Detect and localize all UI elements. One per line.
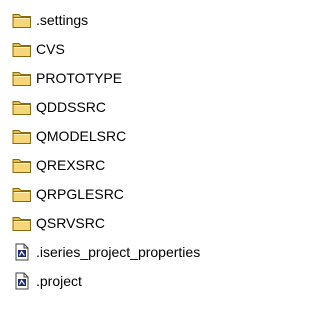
tree-item-qddssrc[interactable]: QDDSSRC: [12, 95, 107, 119]
tree-item-label: CVS: [36, 41, 65, 57]
tree-item-qrexsrc[interactable]: QREXSRC: [12, 153, 106, 177]
folder-icon: [12, 40, 32, 58]
file-icon: [12, 243, 32, 261]
tree-item-label: QDDSSRC: [36, 99, 107, 115]
tree-item-label: QMODELSRC: [36, 128, 127, 144]
folder-icon: [12, 185, 32, 203]
tree-item-qsrvsrc[interactable]: QSRVSRC: [12, 211, 106, 235]
tree-item-iseries-project-properties[interactable]: .iseries_project_properties: [12, 240, 201, 264]
tree-item-label: QSRVSRC: [36, 215, 105, 231]
folder-icon: [12, 11, 32, 29]
tree-item-label: QRPGLESRC: [36, 186, 124, 202]
folder-icon: [12, 69, 32, 87]
tree-item-qrpglesrc[interactable]: QRPGLESRC: [12, 182, 125, 206]
project-tree: .settings CVS PROTOTYPE QDDSSRC QMODELSR…: [0, 0, 278, 312]
tree-item-label: .settings: [36, 12, 89, 28]
folder-icon: [12, 214, 32, 232]
tree-item-settings[interactable]: .settings: [12, 8, 89, 32]
tree-item-label: PROTOTYPE: [36, 70, 123, 86]
tree-item-qmodelsrc[interactable]: QMODELSRC: [12, 124, 127, 148]
tree-item-project[interactable]: .project: [12, 269, 83, 293]
folder-icon: [12, 156, 32, 174]
tree-item-label: .project: [36, 273, 82, 289]
tree-item-cvs[interactable]: CVS: [12, 37, 66, 61]
tree-item-prototype[interactable]: PROTOTYPE: [12, 66, 123, 90]
file-icon: [12, 272, 32, 290]
folder-icon: [12, 127, 32, 145]
tree-item-label: QREXSRC: [36, 157, 106, 173]
folder-icon: [12, 98, 32, 116]
tree-item-label: .iseries_project_properties: [36, 244, 201, 260]
